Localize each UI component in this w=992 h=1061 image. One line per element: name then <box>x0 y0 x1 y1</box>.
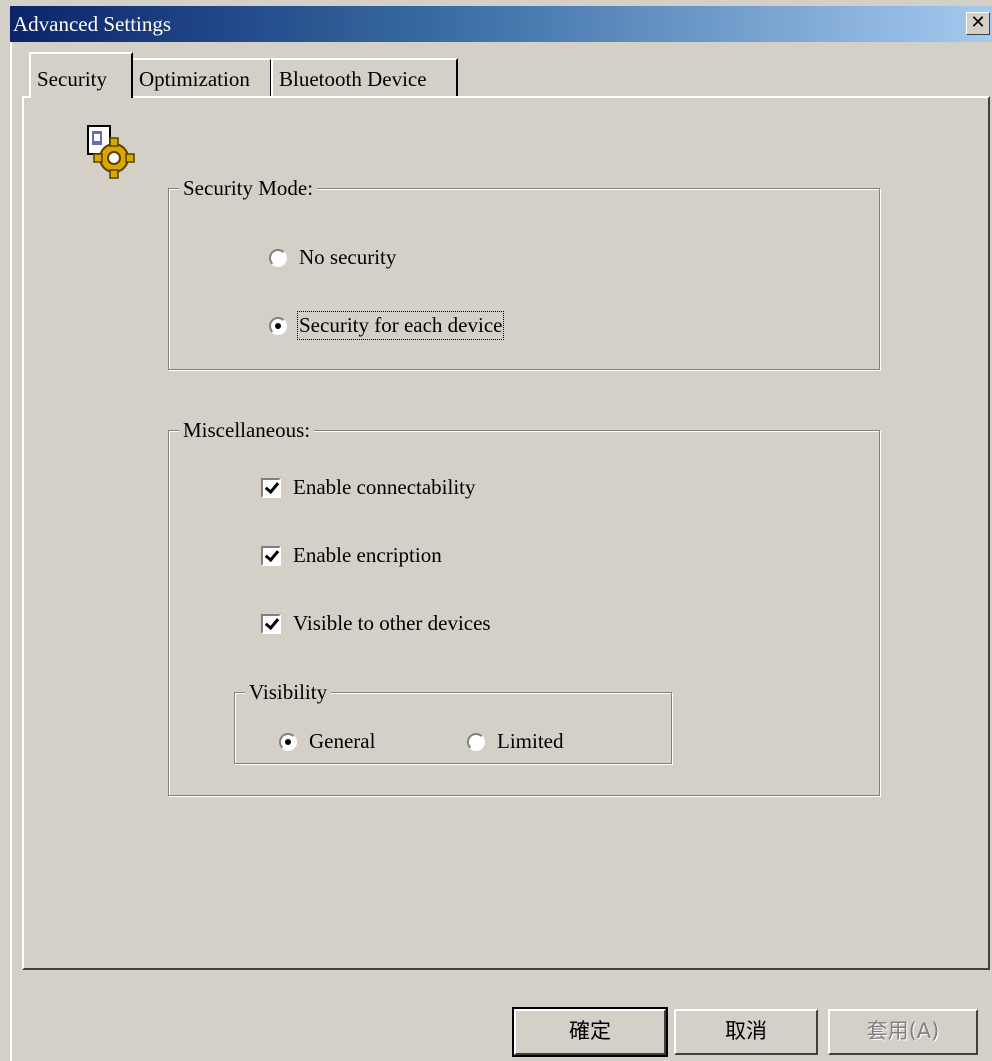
cancel-button[interactable]: 取消 <box>674 1009 818 1055</box>
enable-connectability-option[interactable]: Enable connectability <box>261 475 476 500</box>
enable-connectability-checkbox[interactable] <box>261 477 281 498</box>
tab-label: Bluetooth Device <box>279 67 427 91</box>
tab-bluetooth-device[interactable]: Bluetooth Device <box>271 58 458 96</box>
tab-label: Security <box>37 67 107 91</box>
tab-optimization[interactable]: Optimization <box>131 58 272 96</box>
security-for-each-device-radio[interactable] <box>269 316 287 335</box>
security-mode-title: Security Mode: <box>179 175 318 201</box>
miscellaneous-title: Miscellaneous: <box>179 417 315 443</box>
no-security-label: No security <box>299 245 397 269</box>
title-bar[interactable]: Advanced Settings ✕ <box>10 6 992 42</box>
general-radio[interactable] <box>279 732 297 751</box>
general-label: General <box>309 729 376 753</box>
no-security-radio[interactable] <box>269 248 287 267</box>
visible-to-other-devices-label: Visible to other devices <box>293 611 491 635</box>
apply-button[interactable]: 套用(A) <box>828 1009 978 1055</box>
no-security-radio-option[interactable]: No security <box>269 245 396 270</box>
close-icon: ✕ <box>970 12 986 33</box>
enable-encription-label: Enable encription <box>293 543 442 567</box>
enable-encription-checkbox[interactable] <box>261 545 281 566</box>
advanced-settings-dialog: Advanced Settings ✕ Optimization Bluetoo… <box>0 0 992 1061</box>
enable-connectability-label: Enable connectability <box>293 475 476 499</box>
tab-label: Optimization <box>139 67 250 91</box>
tab-security[interactable]: Security <box>29 52 133 98</box>
general-radio-option[interactable]: General <box>279 729 375 754</box>
security-for-each-device-radio-option[interactable]: Security for each device <box>269 311 505 340</box>
limited-radio-option[interactable]: Limited <box>467 729 564 754</box>
visible-to-other-devices-option[interactable]: Visible to other devices <box>261 611 491 636</box>
visibility-title: Visibility <box>245 679 332 705</box>
ok-button[interactable]: 確定 <box>512 1007 668 1057</box>
security-for-each-device-label: Security for each device <box>296 311 505 340</box>
window-title: Advanced Settings <box>13 12 172 36</box>
window-edge <box>10 42 12 1061</box>
close-button[interactable]: ✕ <box>966 12 990 35</box>
limited-radio[interactable] <box>467 732 485 751</box>
security-settings-gear-icon <box>87 125 135 179</box>
enable-encription-option[interactable]: Enable encription <box>261 543 442 568</box>
visible-to-other-devices-checkbox[interactable] <box>261 613 281 634</box>
visibility-group: Visibility General Limited <box>234 679 672 764</box>
limited-label: Limited <box>497 729 564 753</box>
security-mode-group: Security Mode: No security Security for … <box>168 175 880 370</box>
